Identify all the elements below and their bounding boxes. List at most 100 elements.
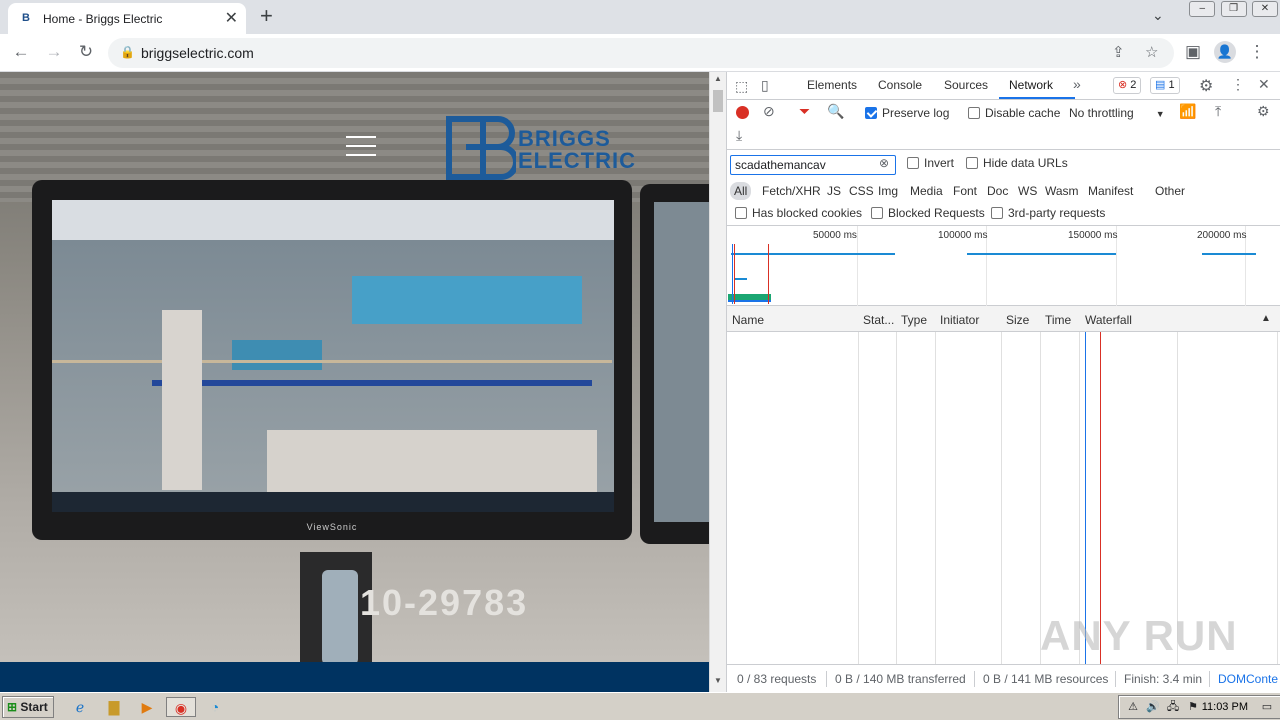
col-time[interactable]: Time [1045,313,1071,327]
tab-sources[interactable]: Sources [944,78,988,92]
hamburger-menu-icon[interactable] [346,136,376,158]
tab-console[interactable]: Console [878,78,922,92]
type-all[interactable]: All [730,182,752,200]
filter-icon[interactable]: ⏷ [799,103,810,120]
side-panel-icon[interactable]: ▣ [1182,42,1204,62]
type-media[interactable]: Media [906,182,947,200]
invert-checkbox[interactable]: Invert [907,156,954,170]
col-status[interactable]: Stat... [863,313,894,327]
tab-elements[interactable]: Elements [807,78,857,92]
col-name[interactable]: Name [732,313,764,327]
browser-tab[interactable]: B Home - Briggs Electric ✕ [8,3,246,34]
address-url[interactable]: briggselectric.com [141,45,254,61]
close-window-button[interactable]: ✕ [1252,1,1278,17]
cad-scene [52,240,614,512]
type-img[interactable]: Img [874,182,902,200]
show-desktop-icon[interactable]: ▭ [1257,697,1277,717]
tick-label: 150000 ms [1068,230,1118,241]
second-monitor-image [640,184,709,544]
clear-filter-icon[interactable]: ⊗ [879,156,889,170]
tab-search-chevron-icon[interactable]: ⌄ [1152,7,1164,24]
network-tray-icon[interactable]: 🖧 [1163,697,1183,717]
profile-avatar-icon[interactable]: 👤 [1214,41,1236,63]
messages-badge[interactable]: ▤ 1 [1150,77,1180,94]
scroll-down-icon[interactable]: ▼ [714,676,722,685]
flag-icon[interactable]: ⚑ [1183,697,1203,717]
search-icon[interactable]: 🔍 [827,103,844,120]
col-size[interactable]: Size [1006,313,1029,327]
edge-icon[interactable]: ◔ [205,697,225,717]
type-font[interactable]: Font [949,182,981,200]
tab-network[interactable]: Network [1009,78,1053,92]
network-settings-icon[interactable]: ⚙ [1257,103,1270,120]
forward-arrow-icon[interactable]: → [43,42,65,62]
lock-icon[interactable]: 🔒 [120,45,135,59]
active-tab-underline [999,97,1075,99]
type-ws[interactable]: WS [1014,182,1041,200]
col-waterfall[interactable]: Waterfall [1085,313,1132,327]
clear-icon[interactable]: ⊘ [763,103,775,120]
network-controls: ⊘ ⏷ 🔍 Preserve log Disable cache No thro… [727,100,1280,150]
media-player-icon[interactable]: ▶ [137,697,157,717]
address-bar[interactable]: 🔒 briggselectric.com ⇪ ☆ [108,38,1174,68]
export-har-icon[interactable]: ⤓ [736,127,742,144]
new-tab-icon[interactable]: + [260,3,273,29]
network-filter-bar: ⊗ Invert Hide data URLs All Fetch/XHR JS… [727,150,1280,226]
bookmark-star-icon[interactable]: ☆ [1145,43,1158,61]
volume-icon[interactable]: 🔊 [1143,697,1163,717]
start-button[interactable]: ⊞ Start [2,696,54,718]
devtools-panel: ⬚ ▯ Elements Console Sources Network » ⊗… [726,72,1280,692]
type-css[interactable]: CSS [845,182,878,200]
logo-word-briggs: BRIGGS [518,126,611,151]
disable-cache-checkbox[interactable]: Disable cache [968,106,1060,120]
throttling-select[interactable]: No throttling ▼ [1069,106,1165,120]
sort-ascending-icon[interactable]: ▲ [1261,313,1271,324]
type-doc[interactable]: Doc [983,182,1012,200]
col-type[interactable]: Type [901,313,927,327]
scroll-up-icon[interactable]: ▲ [714,74,722,83]
tick-label: 200000 ms [1197,230,1247,241]
warning-icon[interactable]: ⚠ [1123,697,1143,717]
preserve-log-checkbox[interactable]: Preserve log [865,106,949,120]
network-overview-timeline[interactable]: 50000 ms 100000 ms 150000 ms 200000 ms [727,226,1280,306]
hide-data-urls-checkbox[interactable]: Hide data URLs [966,156,1068,170]
cad-pipe-2 [52,360,612,363]
inspect-element-icon[interactable]: ⬚ [735,78,748,95]
type-manifest[interactable]: Manifest [1084,182,1137,200]
scroll-thumb[interactable] [713,90,723,112]
type-fetch-xhr[interactable]: Fetch/XHR [758,182,825,200]
blocked-cookies-checkbox[interactable]: Has blocked cookies [735,206,862,220]
menu-kebab-icon[interactable]: ⋮ [1246,42,1268,62]
import-har-icon[interactable]: ⤒ [1215,103,1221,120]
close-devtools-icon[interactable]: ✕ [1258,76,1270,93]
close-tab-icon[interactable]: ✕ [225,8,238,28]
restore-button[interactable]: ❐ [1220,1,1247,17]
briggs-electric-logo[interactable]: BRIGGS ELECTRIC [446,116,658,180]
type-other[interactable]: Other [1151,182,1189,200]
settings-gear-icon[interactable]: ⚙ [1199,76,1213,96]
table-header: Name Stat... Type Initiator Size Time Wa… [727,306,1280,332]
page-scrollbar[interactable]: ▲ ▼ [709,72,726,692]
device-toolbar-icon[interactable]: ▯ [761,77,769,94]
tick-label: 50000 ms [813,230,857,241]
reload-icon[interactable]: ↻ [75,42,97,62]
status-requests: 0 / 83 requests [737,672,817,686]
minimize-button[interactable]: – [1189,1,1216,17]
record-icon[interactable] [736,106,749,119]
explorer-folder-icon[interactable]: ▇ [104,697,124,717]
blocked-requests-checkbox[interactable]: Blocked Requests [871,206,985,220]
third-party-checkbox[interactable]: 3rd-party requests [991,206,1105,220]
ie-icon[interactable]: ℯ [70,697,90,717]
chrome-icon[interactable]: ◉ [166,697,196,717]
type-wasm[interactable]: Wasm [1041,182,1083,200]
system-tray: ⚠ 🔊 🖧 ⚑ 11:03 PM ▭ [1118,695,1280,719]
type-js[interactable]: JS [823,182,845,200]
errors-badge[interactable]: ⊗ 2 [1113,77,1142,94]
devtools-menu-icon[interactable]: ⋮ [1231,76,1245,93]
more-tabs-icon[interactable]: » [1073,76,1081,92]
col-initiator[interactable]: Initiator [940,313,979,327]
network-conditions-icon[interactable]: 📶 [1179,103,1196,120]
filter-input[interactable] [730,155,896,175]
back-arrow-icon[interactable]: ← [10,42,32,62]
share-icon[interactable]: ⇪ [1112,43,1125,61]
